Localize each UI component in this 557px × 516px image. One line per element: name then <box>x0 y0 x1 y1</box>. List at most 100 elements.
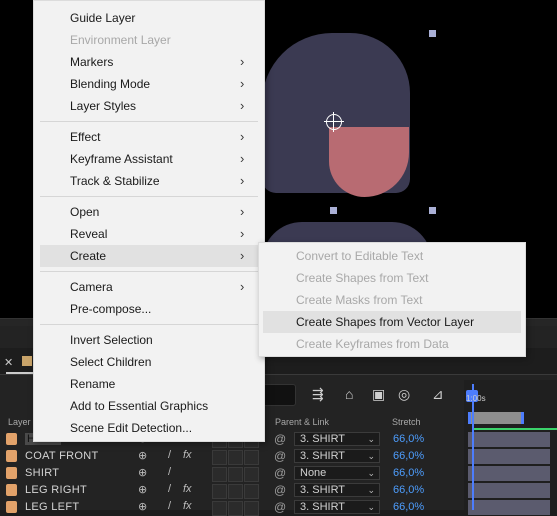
shy-switch-icon[interactable]: ⊕ <box>138 466 147 479</box>
stretch-value[interactable]: 66,0% <box>393 450 424 462</box>
chevron-right-icon: › <box>240 204 245 219</box>
fx-switch-icon[interactable]: fx <box>183 500 192 512</box>
stretch-value[interactable]: 66,0% <box>393 484 424 496</box>
quality-switch-icon[interactable]: / <box>168 500 171 512</box>
frame-blend-icon[interactable]: ◎ <box>398 386 410 403</box>
chevron-right-icon: › <box>240 248 245 263</box>
parent-dropdown[interactable]: 3. SHIRT ⌄ <box>294 432 380 446</box>
chevron-down-icon: ⌄ <box>367 485 375 495</box>
pick-whip-icon[interactable]: @ <box>274 466 286 480</box>
menu-item-environment-layer[interactable]: Environment Layer <box>34 29 264 51</box>
submenu-item-shapes-from-vector-layer[interactable]: Create Shapes from Vector Layer <box>263 311 521 333</box>
switch-box[interactable] <box>244 450 259 465</box>
menu-item-scene-edit-detection[interactable]: Scene Edit Detection... <box>34 417 264 439</box>
switch-box[interactable] <box>228 501 243 516</box>
parent-dropdown[interactable]: 3. SHIRT ⌄ <box>294 483 380 497</box>
transform-handle[interactable] <box>330 207 337 214</box>
layer-row[interactable]: COAT FRONT ⊕ / fx @ 3. SHIRT ⌄ 66,0% <box>0 448 557 465</box>
chevron-right-icon: › <box>240 151 245 166</box>
switch-box[interactable] <box>244 501 259 516</box>
fx-switch-icon[interactable]: fx <box>183 449 192 461</box>
menu-item-markers[interactable]: Markers › <box>34 51 264 73</box>
menu-item-blending-mode[interactable]: Blending Mode › <box>34 73 264 95</box>
menu-item-effect[interactable]: Effect › <box>34 126 264 148</box>
switch-box[interactable] <box>228 450 243 465</box>
switch-box[interactable] <box>212 450 227 465</box>
switch-box[interactable] <box>244 484 259 499</box>
shy-switch-icon[interactable]: ⊕ <box>138 483 147 496</box>
pick-whip-icon[interactable]: @ <box>274 449 286 463</box>
chevron-right-icon: › <box>240 279 245 294</box>
submenu-item-convert-editable-text[interactable]: Convert to Editable Text <box>263 245 521 267</box>
switch-box[interactable] <box>228 467 243 482</box>
switch-box[interactable] <box>212 467 227 482</box>
graph-icon[interactable]: ⇶ <box>312 386 324 403</box>
pick-whip-icon[interactable]: @ <box>274 483 286 497</box>
label-color-icon[interactable] <box>6 467 17 479</box>
shy-switch-icon[interactable]: ⊕ <box>138 449 147 462</box>
stretch-value[interactable]: 66,0% <box>393 433 424 445</box>
menu-item-track-stabilize[interactable]: Track & Stabilize › <box>34 170 264 192</box>
transform-handle[interactable] <box>429 30 436 37</box>
menu-item-keyframe-assistant[interactable]: Keyframe Assistant › <box>34 148 264 170</box>
menu-item-add-essential-graphics[interactable]: Add to Essential Graphics <box>34 395 264 417</box>
menu-item-layer-styles[interactable]: Layer Styles › <box>34 95 264 117</box>
layer-row[interactable]: SHIRT ⊕ / @ None ⌄ 66,0% <box>0 465 557 482</box>
pick-whip-icon[interactable]: @ <box>274 432 286 446</box>
switch-box[interactable] <box>212 484 227 499</box>
layer-name[interactable]: SHIRT <box>25 467 59 479</box>
layer-row[interactable]: LEG LEFT ⊕ / fx @ 3. SHIRT ⌄ 66,0% <box>0 499 557 516</box>
quality-switch-icon[interactable]: / <box>168 449 171 461</box>
label-color-icon[interactable] <box>6 450 17 462</box>
menu-separator <box>40 271 258 272</box>
parent-dropdown[interactable]: 3. SHIRT ⌄ <box>294 500 380 514</box>
submenu-item-keyframes-from-data[interactable]: Create Keyframes from Data <box>263 333 521 355</box>
menu-item-pre-compose[interactable]: Pre-compose... <box>34 298 264 320</box>
menu-item-select-children[interactable]: Select Children <box>34 351 264 373</box>
fx-switch-icon[interactable]: fx <box>183 483 192 495</box>
label-color-icon[interactable] <box>6 501 17 513</box>
anchor-point-icon[interactable] <box>324 112 344 132</box>
submenu-item-masks-from-text[interactable]: Create Masks from Text <box>263 289 521 311</box>
switch-box[interactable] <box>228 484 243 499</box>
menu-item-camera[interactable]: Camera › <box>34 276 264 298</box>
menu-item-guide-layer[interactable]: Guide Layer <box>34 7 264 29</box>
chevron-down-icon: ⌄ <box>367 468 375 478</box>
pick-whip-icon[interactable]: @ <box>274 500 286 514</box>
menu-separator <box>40 196 258 197</box>
switch-box[interactable] <box>212 501 227 516</box>
parent-column-header: Parent & Link <box>275 417 330 427</box>
menu-item-rename[interactable]: Rename <box>34 373 264 395</box>
stretch-value[interactable]: 66,0% <box>393 467 424 479</box>
menu-item-reveal[interactable]: Reveal › <box>34 223 264 245</box>
layer-name[interactable]: COAT FRONT <box>25 450 98 462</box>
menu-separator <box>40 324 258 325</box>
parent-dropdown[interactable]: None ⌄ <box>294 466 380 480</box>
menu-item-open[interactable]: Open › <box>34 201 264 223</box>
search-input[interactable] <box>262 384 296 406</box>
graph-editor-icon[interactable]: ⊿ <box>432 386 444 403</box>
switch-box[interactable] <box>244 467 259 482</box>
layer-context-menu: Guide Layer Environment Layer Markers › B… <box>33 0 265 442</box>
stretch-value[interactable]: 66,0% <box>393 501 424 513</box>
layer-row[interactable]: LEG RIGHT ⊕ / fx @ 3. SHIRT ⌄ 66,0% <box>0 482 557 499</box>
close-tab-icon[interactable]: ✕ <box>4 356 13 369</box>
shy-icon[interactable]: ▣ <box>372 386 385 403</box>
layer-name[interactable]: LEG LEFT <box>25 501 79 513</box>
work-area-range[interactable] <box>468 412 524 424</box>
draft-3d-icon[interactable]: ⌂ <box>345 386 353 402</box>
submenu-item-shapes-from-text[interactable]: Create Shapes from Text <box>263 267 521 289</box>
menu-separator <box>40 121 258 122</box>
layer-name[interactable]: LEG RIGHT <box>25 484 87 496</box>
transform-handle[interactable] <box>429 207 436 214</box>
menu-item-create[interactable]: Create › <box>40 245 260 267</box>
chevron-down-icon: ⌄ <box>367 451 375 461</box>
label-color-icon[interactable] <box>6 433 17 445</box>
shy-switch-icon[interactable]: ⊕ <box>138 500 147 513</box>
quality-switch-icon[interactable]: / <box>168 483 171 495</box>
quality-switch-icon[interactable]: / <box>168 466 171 478</box>
label-color-icon[interactable] <box>6 484 17 496</box>
parent-dropdown[interactable]: 3. SHIRT ⌄ <box>294 449 380 463</box>
menu-item-invert-selection[interactable]: Invert Selection <box>34 329 264 351</box>
chevron-down-icon: ⌄ <box>367 502 375 512</box>
